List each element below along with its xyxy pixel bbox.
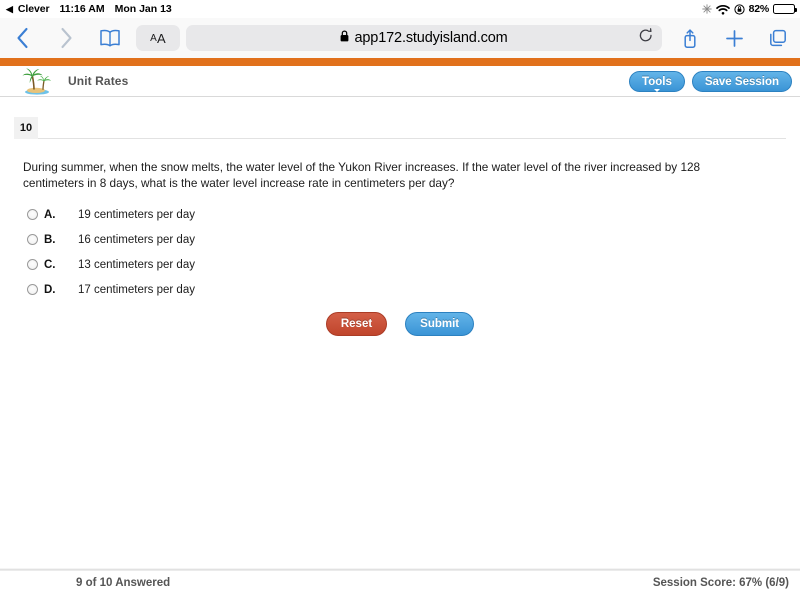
address-bar[interactable]: app172.studyisland.com: [186, 25, 662, 51]
wifi-icon: [715, 4, 730, 15]
answer-options-list: A. 19 centimeters per day B. 16 centimet…: [27, 202, 195, 302]
app-header: Unit Rates Tools Save Session: [0, 66, 800, 97]
text-size-label: A: [157, 30, 166, 46]
session-score-label: Session Score: 67% (6/9): [652, 577, 789, 589]
text-size-button[interactable]: AA: [136, 25, 180, 51]
battery-icon: [773, 4, 797, 14]
rotation-lock-icon: [733, 3, 745, 15]
book-icon[interactable]: [88, 18, 132, 58]
reload-icon[interactable]: [639, 28, 653, 48]
page-title: Unit Rates: [68, 74, 129, 88]
palm-island-logo-icon[interactable]: [14, 67, 60, 96]
answer-option-d[interactable]: D. 17 centimeters per day: [27, 277, 195, 302]
radio-button-b[interactable]: [27, 234, 38, 245]
clock-label: 11:16 AM: [59, 3, 105, 15]
footer-bar: 9 of 10 Answered Session Score: 67% (6/9…: [0, 571, 800, 600]
radio-button-d[interactable]: [27, 284, 38, 295]
forward-button[interactable]: [44, 18, 88, 58]
tools-button-label: Tools: [642, 75, 672, 88]
question-actions: Reset Submit: [0, 312, 800, 336]
answer-option-a[interactable]: A. 19 centimeters per day: [27, 202, 195, 227]
lock-icon: [340, 29, 349, 47]
option-text-a: 19 centimeters per day: [78, 208, 195, 221]
back-button[interactable]: [0, 18, 44, 58]
app-header-actions: Tools Save Session: [629, 66, 792, 97]
submit-button[interactable]: Submit: [405, 312, 475, 336]
date-label: Mon Jan 13: [114, 3, 172, 15]
option-letter-b: B.: [44, 233, 56, 246]
question-number-tab[interactable]: 10: [14, 117, 38, 139]
address-bar-content: app172.studyisland.com: [340, 29, 508, 47]
radio-button-a[interactable]: [27, 209, 38, 220]
source-app-label[interactable]: Clever: [18, 3, 50, 15]
battery-percent-label: 82%: [748, 3, 770, 15]
option-text-b: 16 centimeters per day: [78, 233, 195, 246]
reset-button[interactable]: Reset: [325, 312, 388, 336]
option-text-d: 17 centimeters per day: [78, 283, 195, 296]
answer-option-c[interactable]: C. 13 centimeters per day: [27, 252, 195, 277]
question-panel: 10 During summer, when the snow melts, t…: [0, 97, 800, 569]
question-prompt: During summer, when the snow melts, the …: [23, 160, 701, 190]
progress-label: 9 of 10 Answered: [76, 577, 171, 589]
status-bar-right: 82%: [701, 0, 797, 18]
option-letter-d: D.: [44, 283, 56, 296]
tools-button[interactable]: Tools: [629, 71, 685, 92]
brand-accent-bar: [0, 58, 800, 66]
save-session-button[interactable]: Save Session: [691, 71, 792, 92]
share-icon[interactable]: [668, 18, 712, 58]
radio-button-c[interactable]: [27, 259, 38, 270]
plus-icon[interactable]: [712, 18, 756, 58]
option-text-c: 13 centimeters per day: [78, 258, 195, 271]
status-bar-left: ◀ Clever 11:16 AM Mon Jan 13: [0, 3, 172, 15]
option-letter-c: C.: [44, 258, 56, 271]
browser-toolbar: AA app172.studyisland.com: [0, 18, 800, 58]
answer-option-b[interactable]: B. 16 centimeters per day: [27, 227, 195, 252]
option-letter-a: A.: [44, 208, 56, 221]
save-session-button-label: Save Session: [704, 75, 779, 88]
url-text: app172.studyisland.com: [354, 30, 508, 46]
ios-status-bar: ◀ Clever 11:16 AM Mon Jan 13 82%: [0, 0, 800, 18]
question-tab-strip: 10: [14, 117, 786, 139]
tablet-screen: ◀ Clever 11:16 AM Mon Jan 13 82% A A app…: [0, 0, 800, 600]
triangle-left-icon[interactable]: ◀: [6, 4, 13, 14]
bluetooth-sync-icon: [701, 4, 712, 14]
tabs-icon[interactable]: [756, 18, 800, 58]
chevron-down-icon: [653, 89, 660, 92]
